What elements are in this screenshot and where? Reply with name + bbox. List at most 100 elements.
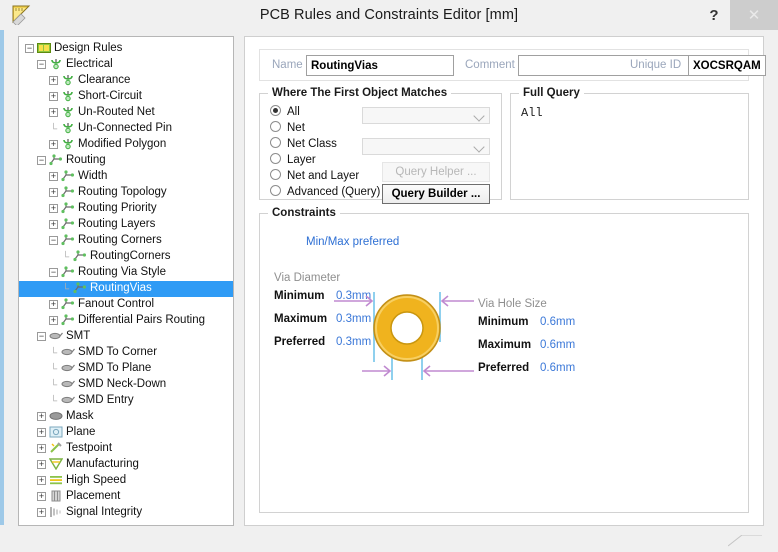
tree-item-un-connected-pin[interactable]: └ Un-Connected Pin <box>19 121 233 137</box>
tree-guide: └ <box>49 364 58 375</box>
tree-expander[interactable]: + <box>49 108 58 118</box>
name-input[interactable] <box>306 55 454 76</box>
tree-item-signal-integrity[interactable]: + Signal Integrity <box>19 505 233 521</box>
tree-item-fanout-control[interactable]: + Fanout Control <box>19 297 233 313</box>
smt-icon <box>49 330 63 342</box>
radio-advanced-query[interactable]: Advanced (Query) <box>270 184 380 200</box>
routing-icon <box>61 186 75 198</box>
tree-item-routing-topology[interactable]: + Routing Topology <box>19 185 233 201</box>
radio-net-marker <box>270 121 281 133</box>
tree-item-routingcorners[interactable]: └ RoutingCorners <box>19 249 233 265</box>
tree-item-label: Routing Via Style <box>78 266 167 278</box>
tree-expander[interactable]: − <box>49 236 58 246</box>
routing-icon <box>73 250 87 262</box>
rules-tree[interactable]: − Design Rules − Electrical + Clearance + Short… <box>19 41 233 521</box>
tree-expander[interactable]: + <box>49 300 58 310</box>
tree-item-clearance[interactable]: + Clearance <box>19 73 233 89</box>
tree-item-smt[interactable]: − SMT <box>19 329 233 345</box>
tree-item-short-circuit[interactable]: + Short-Circuit <box>19 89 233 105</box>
tree-item-manufacturing[interactable]: + Manufacturing <box>19 457 233 473</box>
tree-item-placement[interactable]: + Placement <box>19 489 233 505</box>
radio-all[interactable]: All <box>270 104 300 120</box>
via-hole-size-preferred-value[interactable]: 0.6mm <box>540 362 575 374</box>
tree-expander[interactable]: + <box>49 92 58 102</box>
tree-expander[interactable]: − <box>37 60 46 70</box>
mask-icon <box>49 410 63 422</box>
resize-grip[interactable] <box>727 534 762 547</box>
tree-item-label: High Speed <box>66 474 127 486</box>
tree-expander[interactable]: + <box>37 428 46 438</box>
query-helper-button[interactable]: Query Helper ... <box>382 162 490 182</box>
help-button[interactable]: ? <box>700 0 728 30</box>
close-button[interactable]: ✕ <box>730 0 778 30</box>
net-combo[interactable] <box>362 107 490 124</box>
tree-expander[interactable]: − <box>25 44 34 54</box>
tree-item-smd-entry[interactable]: └ SMD Entry <box>19 393 233 409</box>
tree-item-testpoint[interactable]: + Testpoint <box>19 441 233 457</box>
radio-net-and-layer-marker <box>270 169 281 181</box>
tree-expander[interactable]: + <box>37 444 46 454</box>
radio-net-class[interactable]: Net Class <box>270 136 337 152</box>
tree-expander[interactable]: + <box>37 492 46 502</box>
tree-expander[interactable]: + <box>49 140 58 150</box>
tree-item-label: Routing Layers <box>78 218 156 230</box>
tree-expander[interactable]: − <box>37 332 46 342</box>
tree-item-routing-via-style[interactable]: − Routing Via Style <box>19 265 233 281</box>
chevron-down-icon <box>473 141 485 153</box>
tree-item-routingvias[interactable]: └ RoutingVias <box>19 281 233 297</box>
tree-expander[interactable]: − <box>37 156 46 166</box>
design-rules-icon <box>37 42 51 54</box>
rule-detail-panel: Name Comment Unique ID Where The First O… <box>244 36 766 526</box>
full-query-group: Full Query All <box>510 87 749 200</box>
via-hole-size-maximum-value[interactable]: 0.6mm <box>540 339 575 351</box>
via-hole-size-minimum-value[interactable]: 0.6mm <box>540 316 575 328</box>
tree-item-label: Fanout Control <box>78 298 155 310</box>
tree-expander[interactable]: − <box>49 268 58 278</box>
tree-item-design-rules[interactable]: − Design Rules <box>19 41 233 57</box>
tree-item-mask[interactable]: + Mask <box>19 409 233 425</box>
tree-expander[interactable]: + <box>37 460 46 470</box>
title-bar: PCB Rules and Constraints Editor [mm] ? … <box>0 0 778 30</box>
tree-item-smd-neck-down[interactable]: └ SMD Neck-Down <box>19 377 233 393</box>
tree-expander[interactable]: + <box>49 204 58 214</box>
radio-advanced-query-marker <box>270 185 281 197</box>
radio-layer[interactable]: Layer <box>270 152 316 168</box>
tree-expander[interactable]: + <box>37 476 46 486</box>
radio-layer-label: Layer <box>287 154 316 166</box>
via-diameter-title: Via Diameter <box>274 272 341 284</box>
tree-expander[interactable]: + <box>49 76 58 86</box>
tree-item-modified-polygon[interactable]: + Modified Polygon <box>19 137 233 153</box>
unique-id-input[interactable] <box>688 55 766 76</box>
tree-item-plane[interactable]: + Plane <box>19 425 233 441</box>
tree-item-width[interactable]: + Width <box>19 169 233 185</box>
tree-item-routing[interactable]: − Routing <box>19 153 233 169</box>
electrical-icon <box>61 138 75 150</box>
testpoint-icon <box>49 442 63 454</box>
radio-net-and-layer[interactable]: Net and Layer <box>270 168 359 184</box>
tree-item-differential-pairs-routing[interactable]: + Differential Pairs Routing <box>19 313 233 329</box>
radio-net[interactable]: Net <box>270 120 305 136</box>
tree-item-label: SMD To Plane <box>78 362 152 374</box>
tree-expander[interactable]: + <box>37 412 46 422</box>
tree-item-routing-layers[interactable]: + Routing Layers <box>19 217 233 233</box>
full-query-title: Full Query <box>519 87 584 99</box>
tree-item-routing-priority[interactable]: + Routing Priority <box>19 201 233 217</box>
tree-item-electrical[interactable]: − Electrical <box>19 57 233 73</box>
min-max-preferred-link[interactable]: Min/Max preferred <box>306 236 399 248</box>
tree-item-smd-to-plane[interactable]: └ SMD To Plane <box>19 361 233 377</box>
query-builder-button[interactable]: Query Builder ... <box>382 184 490 204</box>
tree-expander[interactable]: + <box>37 508 46 518</box>
tree-item-high-speed[interactable]: + High Speed <box>19 473 233 489</box>
tree-expander[interactable]: + <box>49 188 58 198</box>
tree-item-routing-corners[interactable]: − Routing Corners <box>19 233 233 249</box>
tree-item-un-routed-net[interactable]: + Un-Routed Net <box>19 105 233 121</box>
radio-net-class-label: Net Class <box>287 138 337 150</box>
tree-expander[interactable]: + <box>49 220 58 230</box>
net-class-combo[interactable] <box>362 138 490 155</box>
via-diagram <box>334 284 474 399</box>
tree-item-smd-to-corner[interactable]: └ SMD To Corner <box>19 345 233 361</box>
where-matches-title: Where The First Object Matches <box>268 87 452 99</box>
tree-expander[interactable]: + <box>49 316 58 326</box>
rules-tree-panel[interactable]: − Design Rules − Electrical + Clearance + Short… <box>18 36 234 526</box>
tree-expander[interactable]: + <box>49 172 58 182</box>
